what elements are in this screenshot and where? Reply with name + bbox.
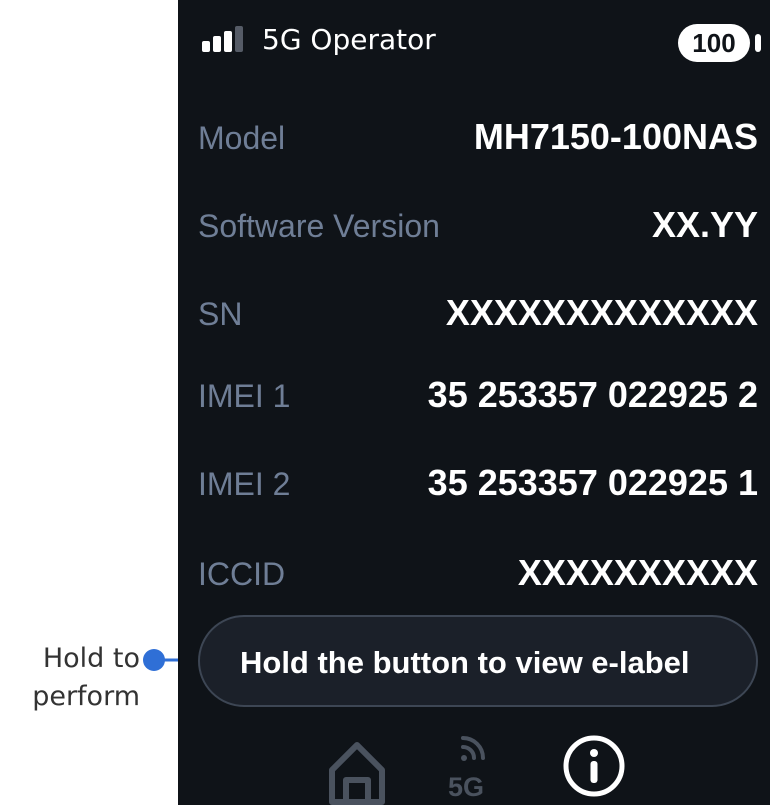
info-row-model: Model MH7150-100NAS: [198, 108, 758, 168]
battery-indicator: 100: [678, 24, 764, 64]
sn-label: SN: [198, 296, 243, 332]
hold-annotation: Hold to perform: [0, 640, 140, 716]
status-bar: 5G Operator 100: [178, 0, 770, 80]
signal-waves-icon: [461, 736, 485, 761]
imei-1-value: 35 253357 022925 2: [427, 374, 758, 415]
iccid-value: XXXXXXXXXX: [517, 552, 758, 593]
home-icon[interactable]: [326, 738, 388, 805]
model-value: MH7150-100NAS: [473, 116, 758, 157]
imei-2-label: IMEI 2: [198, 466, 291, 502]
info-row-iccid: ICCID XXXXXXXXXX: [198, 544, 758, 604]
annotation-line-2: perform: [32, 681, 140, 712]
info-row-imei-1: IMEI 1 35 253357 022925 2: [198, 366, 758, 426]
device-screen: 5G Operator 100 Model MH7150-100NAS Soft…: [178, 0, 770, 805]
battery-tip: [755, 34, 761, 52]
info-row-software-version: Software Version XX.YY: [198, 196, 758, 256]
sn-value: XXXXXXXXXXXXX: [445, 292, 758, 333]
imei-1-label: IMEI 1: [198, 378, 291, 414]
software-version-label: Software Version: [198, 208, 440, 244]
model-label: Model: [198, 120, 286, 156]
tab-5g[interactable]: 5G: [446, 734, 502, 805]
info-row-sn: SN XXXXXXXXXXXXX: [198, 284, 758, 344]
iccid-label: ICCID: [198, 556, 286, 592]
view-elabel-button-label: Hold the button to view e-label: [240, 645, 690, 680]
bottom-nav: 5G: [178, 720, 770, 805]
annotation-line-1: Hold to: [42, 643, 140, 674]
view-elabel-button[interactable]: Hold the button to view e-label: [198, 615, 758, 707]
imei-2-value: 35 253357 022925 1: [427, 462, 758, 503]
battery-level: 100: [678, 24, 750, 62]
info-icon[interactable]: [562, 734, 626, 798]
signal-bars-icon: [202, 26, 243, 52]
operator-name: 5G Operator: [262, 23, 436, 56]
info-row-imei-2: IMEI 2 35 253357 022925 1: [198, 454, 758, 514]
tab-5g-label: 5G: [448, 772, 485, 802]
software-version-value: XX.YY: [651, 204, 758, 245]
